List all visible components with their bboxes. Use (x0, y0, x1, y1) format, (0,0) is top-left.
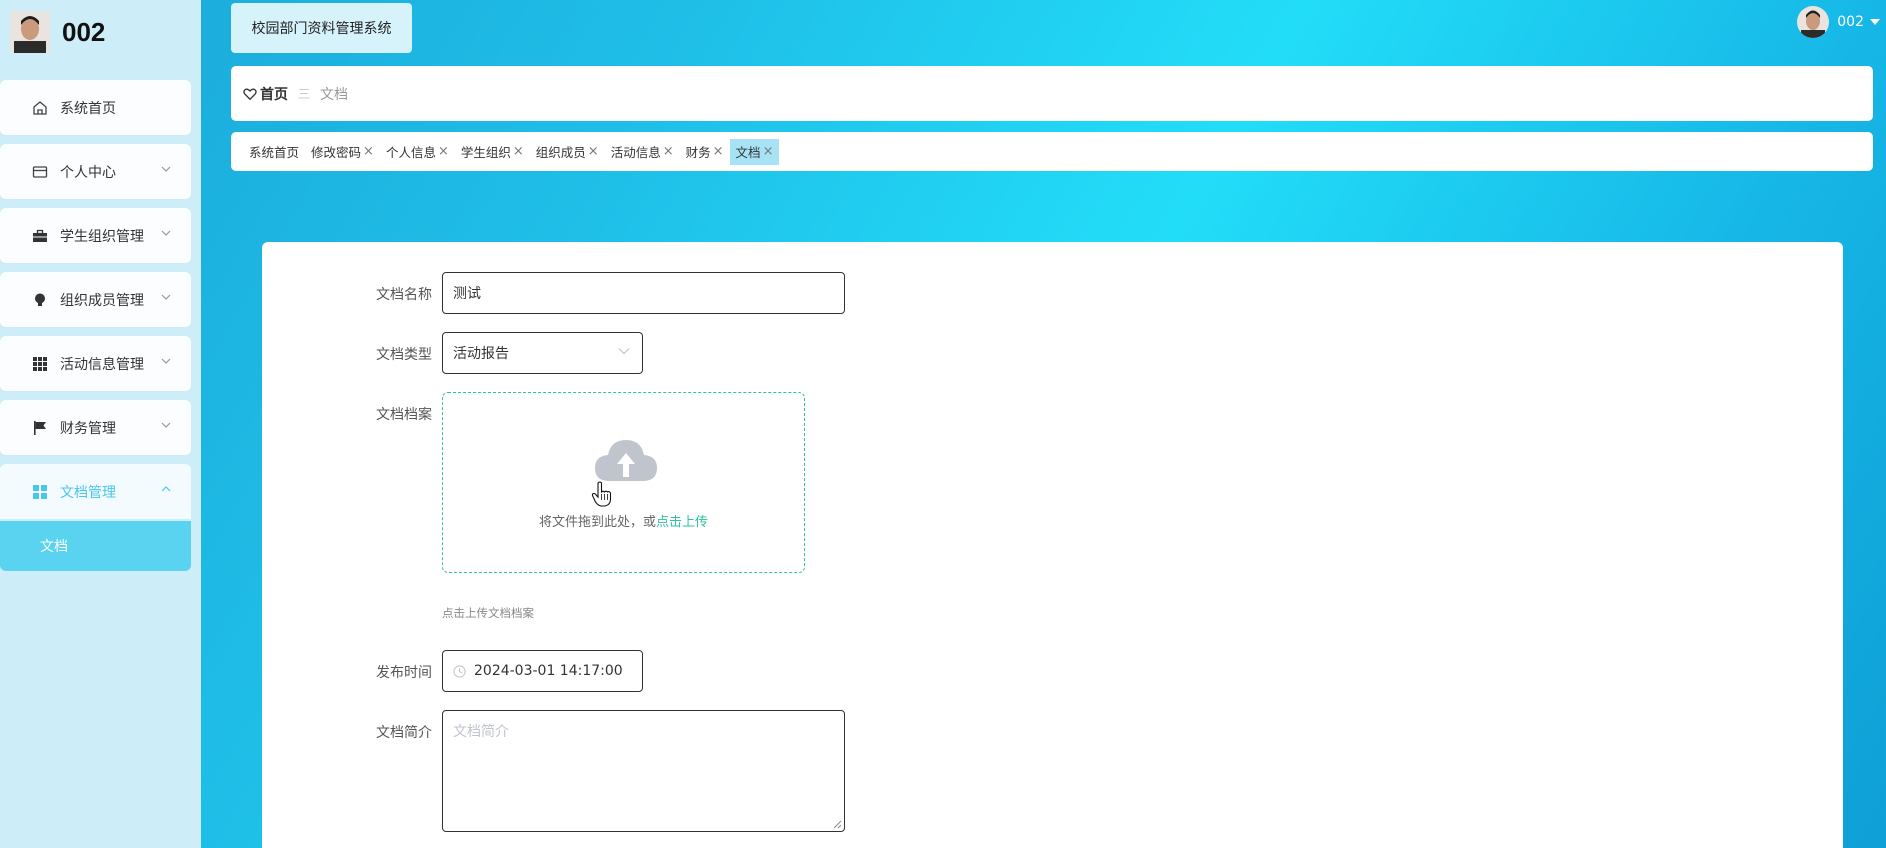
breadcrumb-current: 文档 (320, 86, 349, 103)
tab-label: 个人信息 (385, 145, 436, 160)
close-icon[interactable]: × (763, 144, 774, 159)
breadcrumb-home-label: 首页 (260, 86, 288, 103)
sidebar-item-label: 学生组织管理 (60, 228, 144, 245)
close-icon[interactable]: × (713, 144, 724, 159)
sidebar-subitem-label: 文档 (40, 539, 68, 555)
grid-icon (30, 354, 50, 374)
avatar (10, 11, 50, 53)
clock-icon (453, 664, 466, 678)
document-form-card: 文档名称 测试 文档类型 活动报告 文档档案 将文件拖到此处，或点击上传 点击上… (262, 242, 1843, 848)
user-menu[interactable]: 002 (1797, 6, 1880, 38)
sidebar-item-student-org[interactable]: 学生组织管理 (0, 208, 191, 263)
header-user-name: 002 (1837, 14, 1864, 30)
document-name-input[interactable]: 测试 (442, 272, 845, 314)
chevron-down-icon (161, 422, 171, 428)
tab-student-org[interactable]: 学生组织 × (455, 139, 530, 165)
cloud-upload-icon (595, 440, 657, 481)
publish-time-picker[interactable]: 2024-03-01 14:17:00 (442, 650, 643, 692)
sidebar-item-home[interactable]: 系统首页 (0, 80, 191, 135)
resize-handle-icon[interactable] (832, 819, 842, 829)
tab-label: 财务 (685, 145, 711, 160)
sidebar-item-finance[interactable]: 财务管理 (0, 400, 191, 455)
chevron-down-icon (161, 166, 171, 172)
tab-document[interactable]: 文档 × (729, 138, 780, 165)
file-upload-dropzone[interactable]: 将文件拖到此处，或点击上传 (442, 392, 805, 573)
breadcrumb-home[interactable]: 首页 (243, 84, 288, 104)
hand-cursor-icon (591, 481, 612, 507)
chevron-down-icon (161, 230, 171, 236)
sidebar-user-name: 002 (62, 16, 106, 47)
tab-label: 活动信息 (610, 145, 661, 160)
document-file-label: 文档档案 (376, 407, 432, 423)
tab-activity-info[interactable]: 活动信息 × (605, 139, 680, 165)
sidebar-item-label: 文档管理 (60, 484, 116, 501)
breadcrumb-separator: 三 (298, 87, 311, 101)
sidebar: 002 系统首页 个人中心 学生组织管理 组织成员管理 活动信息管理 财务管理 … (0, 0, 201, 848)
caret-down-icon (1870, 19, 1880, 25)
chevron-down-icon (161, 358, 171, 364)
publish-time-label: 发布时间 (376, 665, 432, 681)
document-intro-label: 文档简介 (376, 725, 432, 741)
sidebar-item-label: 活动信息管理 (60, 356, 144, 373)
bulb-icon (30, 290, 50, 310)
document-name-label: 文档名称 (376, 287, 432, 303)
document-type-value: 活动报告 (453, 346, 509, 362)
close-icon[interactable]: × (663, 144, 674, 159)
upload-instructions: 将文件拖到此处，或点击上传 (443, 511, 804, 530)
sidebar-item-activity-info[interactable]: 活动信息管理 (0, 336, 191, 391)
tab-label: 学生组织 (460, 145, 511, 160)
sidebar-item-document-management[interactable]: 文档管理 (0, 464, 191, 519)
tab-label: 文档 (735, 145, 761, 160)
breadcrumb: 首页 三 文档 (231, 66, 1873, 121)
document-name-value: 测试 (453, 286, 481, 302)
close-icon[interactable]: × (363, 144, 374, 159)
publish-time-value: 2024-03-01 14:17:00 (474, 663, 623, 679)
tab-finance[interactable]: 财务 × (680, 139, 730, 165)
upload-hint: 点击上传文档档案 (442, 606, 534, 620)
sidebar-item-org-members[interactable]: 组织成员管理 (0, 272, 191, 327)
tab-label: 系统首页 (249, 145, 300, 160)
sidebar-item-label: 财务管理 (60, 420, 116, 437)
avatar (1797, 6, 1830, 38)
sidebar-item-label: 组织成员管理 (60, 292, 144, 309)
home-icon (30, 98, 50, 118)
document-type-select[interactable]: 活动报告 (442, 332, 643, 374)
close-icon[interactable]: × (588, 144, 599, 159)
wallet-icon (30, 162, 50, 182)
apps-icon (30, 482, 50, 502)
upload-text: 将文件拖到此处，或 (538, 515, 656, 530)
tags-view: 系统首页 修改密码 × 个人信息 × 学生组织 × 组织成员 × 活动信息 × 财务 × 文… (231, 132, 1873, 171)
system-title: 校园部门资料管理系统 (231, 3, 412, 53)
sidebar-item-label: 系统首页 (60, 100, 116, 117)
tab-home[interactable]: 系统首页 (243, 139, 305, 165)
sidebar-item-label: 个人中心 (60, 164, 116, 181)
sidebar-item-personal-center[interactable]: 个人中心 (0, 144, 191, 199)
heart-icon (243, 88, 257, 100)
flag-icon (30, 418, 50, 438)
tab-label: 组织成员 (535, 145, 586, 160)
briefcase-icon (30, 226, 50, 246)
upload-link[interactable]: 点击上传 (656, 515, 708, 530)
document-type-label: 文档类型 (376, 347, 432, 363)
chevron-up-icon (161, 486, 171, 492)
tab-personal-info[interactable]: 个人信息 × (380, 139, 455, 165)
close-icon[interactable]: × (438, 144, 449, 159)
tab-label: 修改密码 (311, 145, 362, 160)
document-intro-textarea[interactable]: 文档简介 (442, 710, 845, 832)
chevron-down-icon (618, 348, 630, 355)
sidebar-subitem-document[interactable]: 文档 (0, 521, 191, 571)
close-icon[interactable]: × (513, 144, 524, 159)
sidebar-brand: 002 (10, 10, 105, 54)
chevron-down-icon (161, 294, 171, 300)
document-intro-placeholder: 文档简介 (453, 724, 509, 740)
tab-org-members[interactable]: 组织成员 × (530, 139, 605, 165)
tab-change-password[interactable]: 修改密码 × (305, 139, 380, 165)
